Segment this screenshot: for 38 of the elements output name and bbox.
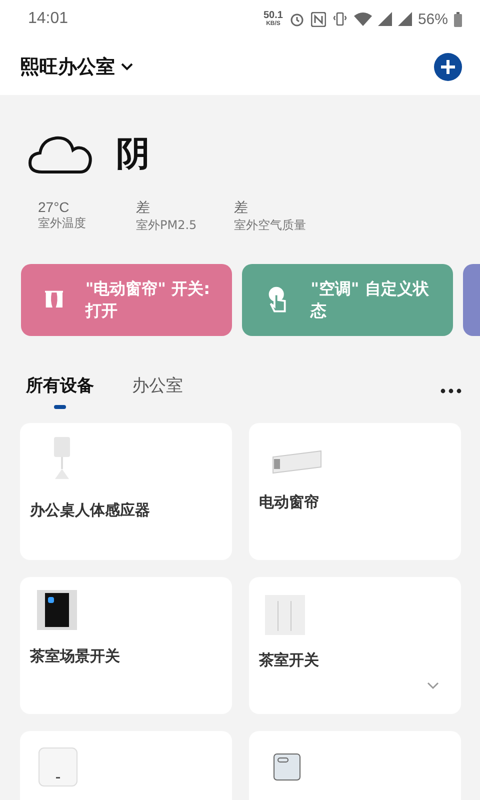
device-name: 茶室开关	[259, 651, 320, 670]
room-tab[interactable]: 所有设备	[26, 374, 94, 409]
chevron-down-icon[interactable]	[121, 62, 133, 70]
device-card[interactable]: 电动窗帘	[249, 423, 461, 560]
nfc-icon	[310, 12, 326, 26]
stat-label: 室外空气质量	[234, 217, 307, 234]
device-card[interactable]: 茶室场景开关	[20, 577, 232, 714]
alarm-icon	[288, 11, 305, 27]
status-time: 14:01	[28, 10, 70, 28]
stat-value: 27°C	[38, 199, 70, 215]
vibrate-icon	[332, 11, 348, 27]
stat-value: 差	[234, 199, 249, 217]
hand-tap-icon	[266, 285, 289, 315]
stat-label: 室外PM2.5	[136, 217, 198, 234]
signal-icon	[398, 12, 412, 26]
device-name: 茶室场景开关	[30, 647, 121, 666]
weather-condition: 阴	[116, 133, 150, 176]
plus-icon	[440, 58, 456, 74]
wifi-icon	[354, 12, 372, 26]
device-card[interactable]: 茶室开关	[249, 577, 461, 714]
home-name[interactable]: 熙旺办公室	[20, 54, 115, 80]
device-name: 电动窗帘	[259, 493, 320, 512]
wall-switch-icon	[265, 595, 305, 635]
cloud-icon	[28, 134, 94, 174]
wireless-button-icon	[273, 753, 301, 781]
network-speed: 50.1	[264, 11, 283, 21]
room-tab[interactable]: 办公室	[132, 374, 183, 397]
gateway-icon	[38, 747, 78, 787]
more-icon	[440, 388, 462, 394]
signal-icon	[378, 12, 392, 26]
device-card[interactable]: 办公桌人体感应器	[20, 423, 232, 560]
scene-panel-icon	[36, 589, 78, 631]
battery-icon	[454, 12, 462, 26]
stat-label: 室外温度	[38, 215, 87, 232]
device-name: 办公桌人体感应器	[30, 501, 151, 520]
battery-percent: 56%	[418, 10, 448, 28]
add-button[interactable]	[434, 52, 462, 80]
stat-value: 差	[136, 199, 151, 217]
